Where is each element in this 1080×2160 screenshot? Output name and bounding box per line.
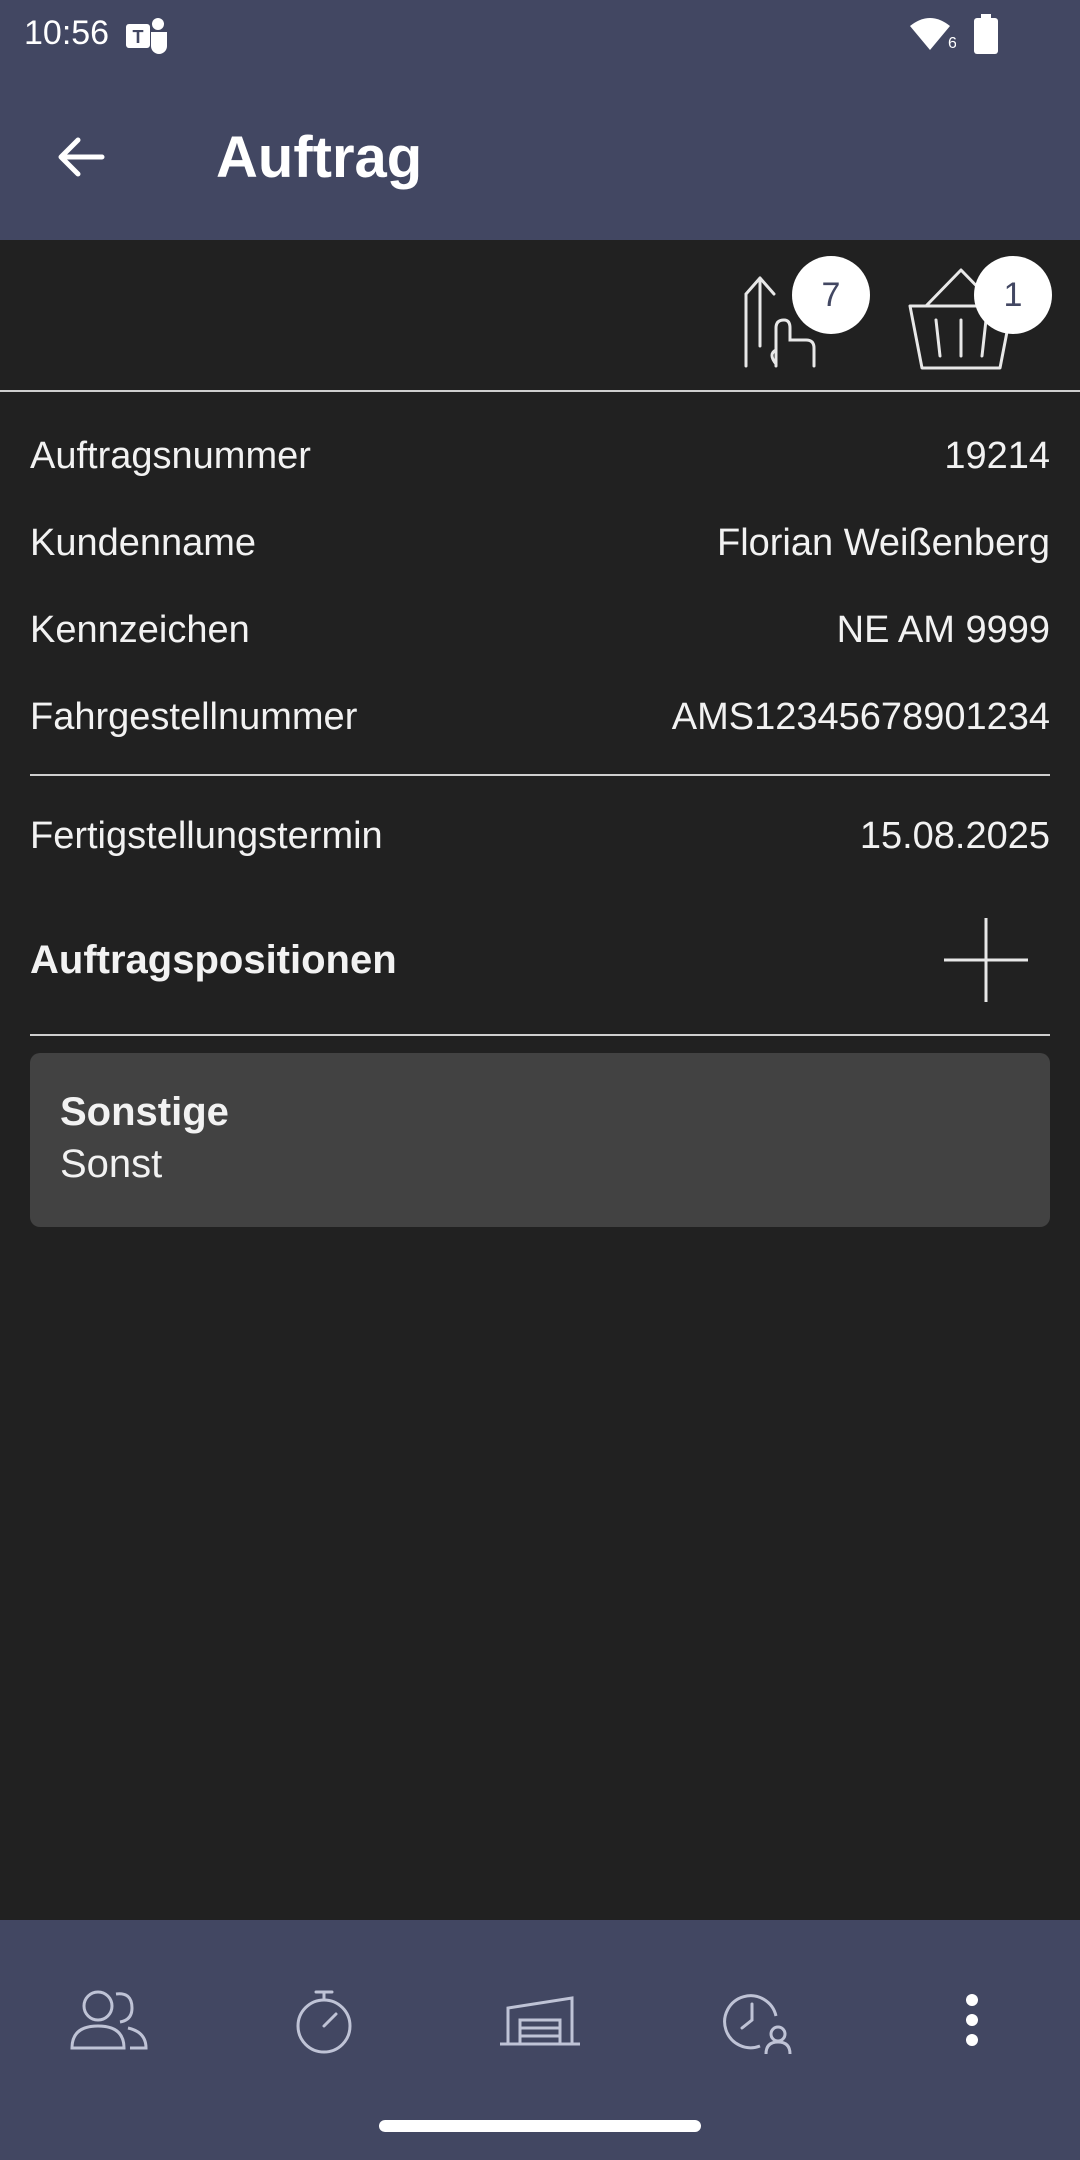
arrow-left-icon[interactable] xyxy=(48,124,114,190)
row-label: Fahrgestellnummer xyxy=(30,696,358,738)
info-row-fertigstellungstermin: Fertigstellungstermin 15.08.2025 xyxy=(30,793,1050,880)
upload-badge: 7 xyxy=(792,256,870,334)
order-toolbar: 7 1 xyxy=(0,240,1080,392)
positions-title: Auftragspositionen xyxy=(30,937,397,982)
wifi-icon: 6 xyxy=(910,18,956,52)
svg-text:T: T xyxy=(133,27,144,47)
battery-icon xyxy=(974,14,998,54)
divider xyxy=(30,1034,1050,1036)
wifi-badge: 6 xyxy=(948,35,956,52)
position-title: Sonstige xyxy=(60,1090,229,1134)
time-user-icon[interactable] xyxy=(706,1970,806,2070)
position-subtitle: Sonst xyxy=(60,1142,163,1186)
position-card[interactable]: Sonstige Sonst xyxy=(30,1053,1050,1227)
app-bar: Auftrag xyxy=(0,72,1080,240)
row-label: Kundenname xyxy=(30,522,257,564)
info-row-fahrgestellnummer: Fahrgestellnummer AMS12345678901234 xyxy=(30,674,1050,761)
basket-badge: 1 xyxy=(974,256,1052,334)
row-value: 15.08.2025 xyxy=(859,815,1050,857)
basket-button[interactable]: 1 xyxy=(906,254,1052,380)
row-value: 19214 xyxy=(944,435,1050,477)
garage-icon[interactable] xyxy=(490,1970,590,2070)
row-value: AMS12345678901234 xyxy=(671,696,1050,738)
divider xyxy=(30,774,1050,776)
more-vertical-icon[interactable] xyxy=(922,1970,1022,2070)
stopwatch-icon[interactable] xyxy=(274,1970,374,2070)
customers-icon[interactable] xyxy=(58,1970,158,2070)
row-label: Fertigstellungstermin xyxy=(30,815,383,857)
row-label: Auftragsnummer xyxy=(30,435,311,477)
page-title: Auftrag xyxy=(216,125,423,190)
order-info: Auftragsnummer 19214 Kundenname Florian … xyxy=(30,413,1050,761)
deadline-info: Fertigstellungstermin 15.08.2025 xyxy=(30,793,1050,880)
teams-icon: T xyxy=(126,18,167,54)
status-bar: 10:56 T 6 xyxy=(0,0,1080,72)
info-row-kundenname: Kundenname Florian Weißenberg xyxy=(30,500,1050,587)
plus-icon[interactable] xyxy=(936,910,1036,1010)
info-row-auftragsnummer: Auftragsnummer 19214 xyxy=(30,413,1050,500)
upload-button[interactable]: 7 xyxy=(730,254,870,380)
info-row-kennzeichen: Kennzeichen NE AM 9999 xyxy=(30,587,1050,674)
status-time: 10:56 xyxy=(24,14,110,52)
home-indicator[interactable] xyxy=(379,2120,701,2132)
row-value: Florian Weißenberg xyxy=(716,522,1050,564)
row-value: NE AM 9999 xyxy=(836,609,1050,651)
positions-header: Auftragspositionen xyxy=(30,900,1050,1020)
row-label: Kennzeichen xyxy=(30,609,250,651)
